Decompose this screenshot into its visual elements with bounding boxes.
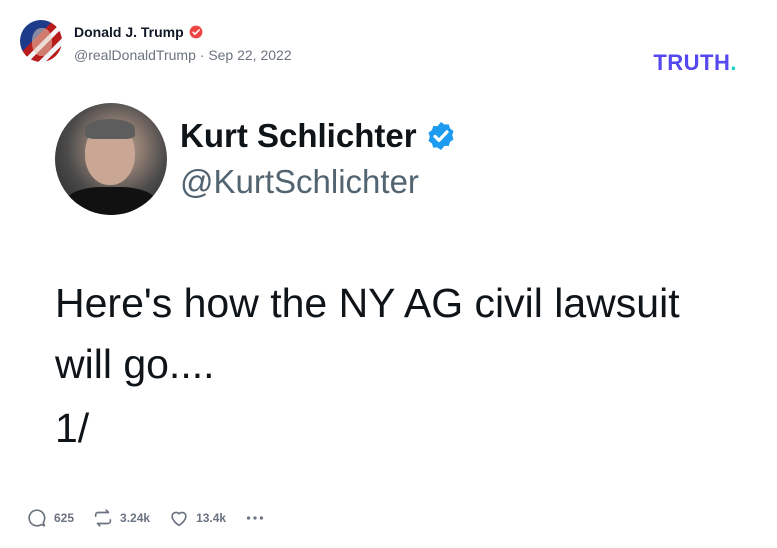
author-avatar[interactable] [20,20,62,62]
author-name[interactable]: Donald J. Trump [74,24,203,40]
thread-marker: 1/ [55,405,90,451]
brand-text: TRUTH [653,50,731,75]
post-actions: 625 3.24k 13.4k [26,507,266,529]
embedded-tweet-image[interactable]: Kurt Schlichter @KurtSchlichter Here's h… [0,95,777,475]
post-header: Donald J. Trump @realDonaldTrump · Sep 2… [20,20,757,75]
retruth-icon [94,509,112,527]
like-count: 13.4k [196,511,227,525]
more-dots-icon [247,516,264,520]
embedded-tweet-text: Here's how the NY AG civil lawsuit will … [55,280,680,387]
embedded-author-name: Kurt Schlichter [180,117,457,155]
verified-badge-icon [428,122,454,150]
embedded-author-avatar [55,103,167,215]
verified-badge-icon [189,25,203,39]
author-meta: @realDonaldTrump · Sep 22, 2022 [74,47,292,63]
heart-icon [171,511,187,527]
post-date[interactable]: Sep 22, 2022 [208,47,291,63]
embedded-display-name: Kurt Schlichter [180,117,417,154]
retruth-button[interactable]: 3.24k [92,507,150,529]
more-options-button[interactable] [244,507,266,529]
meta-separator: · [199,47,205,63]
retruth-count: 3.24k [120,511,151,525]
like-button[interactable]: 13.4k [168,507,226,529]
reply-count: 625 [54,511,75,525]
truth-logo[interactable]: TRUTH. [653,50,737,76]
reply-button[interactable]: 625 [26,507,74,529]
embedded-author-handle: @KurtSchlichter [180,163,419,200]
reply-icon [28,509,46,527]
brand-dot: . [730,50,737,75]
author-handle[interactable]: @realDonaldTrump [74,47,196,63]
author-display-name[interactable]: Donald J. Trump [74,24,184,40]
